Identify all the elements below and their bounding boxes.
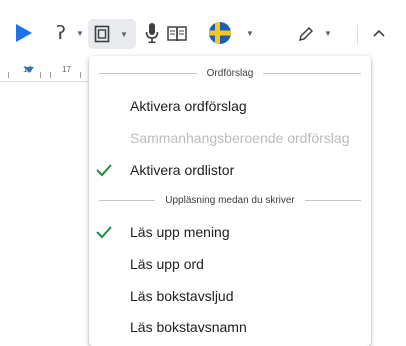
pen-chevron-down-icon[interactable]: ▼ bbox=[324, 29, 332, 38]
section-header-read-aloud: Uppläsning medan du skriver bbox=[99, 195, 362, 206]
page-view-button[interactable]: ▼ bbox=[88, 19, 136, 49]
page-view-chevron-down-icon: ▼ bbox=[120, 30, 128, 39]
pen-icon[interactable] bbox=[295, 24, 317, 44]
chevron-up-icon[interactable] bbox=[368, 22, 390, 44]
section-header-word-suggestions: Ordförslag bbox=[99, 68, 361, 79]
check-icon bbox=[96, 226, 112, 239]
help-icon[interactable]: ʔ bbox=[50, 22, 72, 44]
language-chevron-down-icon[interactable]: ▼ bbox=[246, 29, 254, 38]
play-icon[interactable] bbox=[14, 22, 34, 44]
menu-item-label: Aktivera ordförslag bbox=[130, 98, 247, 114]
menu-item-label: Läs bokstavsljud bbox=[130, 288, 234, 304]
toolbar-divider bbox=[357, 25, 358, 45]
ruler[interactable]: 16 17 bbox=[0, 60, 88, 82]
menu-item-enable-dictionaries[interactable]: Aktivera ordlistor bbox=[89, 154, 371, 186]
menu-item-read-letter-sounds[interactable]: Läs bokstavsljud bbox=[89, 280, 371, 312]
ruler-label-17: 17 bbox=[62, 65, 71, 74]
menu-item-read-letter-names[interactable]: Läs bokstavsnamn bbox=[89, 311, 371, 343]
menu-item-read-word[interactable]: Läs upp ord bbox=[89, 248, 371, 280]
toolbar: ʔ ▼ ▼ ▼ ▼ bbox=[0, 0, 406, 60]
menu-item-read-sentence[interactable]: Läs upp mening bbox=[89, 216, 371, 248]
page-view-icon bbox=[94, 25, 110, 43]
check-icon bbox=[96, 164, 112, 177]
menu-item-label: Läs upp ord bbox=[130, 256, 204, 272]
help-chevron-down-icon[interactable]: ▼ bbox=[76, 29, 84, 38]
section-title: Ordförslag bbox=[206, 68, 254, 79]
swedish-flag-icon[interactable] bbox=[206, 21, 234, 45]
word-prediction-menu: Ordförslag Aktivera ordförslag Sammanhan… bbox=[89, 56, 371, 346]
menu-item-label: Läs bokstavsnamn bbox=[130, 319, 247, 335]
menu-item-enable-word-suggestions[interactable]: Aktivera ordförslag bbox=[89, 90, 371, 122]
menu-item-context-word-suggestions: Sammanhangsberoende ordförslag bbox=[89, 122, 371, 154]
dictionary-icon[interactable] bbox=[165, 24, 189, 44]
microphone-icon[interactable] bbox=[144, 22, 160, 44]
section-title: Uppläsning medan du skriver bbox=[165, 195, 295, 206]
menu-item-label: Sammanhangsberoende ordförslag bbox=[130, 130, 350, 146]
menu-item-label: Aktivera ordlistor bbox=[130, 162, 235, 178]
ruler-label-16: 16 bbox=[23, 65, 32, 74]
menu-item-label: Läs upp mening bbox=[130, 224, 230, 240]
